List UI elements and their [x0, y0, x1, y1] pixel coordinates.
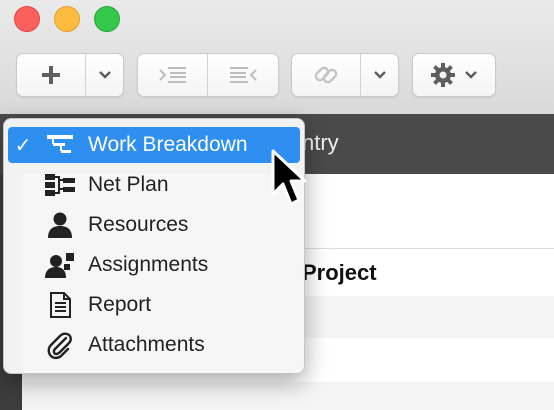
- window-minimize-button[interactable]: [54, 6, 80, 32]
- window-close-button[interactable]: [14, 6, 40, 32]
- menu-item-label: Report: [88, 293, 152, 316]
- menu-item-label: Work Breakdown: [88, 133, 248, 156]
- table-row[interactable]: [22, 382, 554, 410]
- column-header-project[interactable]: Project: [302, 260, 377, 286]
- link-button[interactable]: [292, 54, 360, 96]
- add-button-group: [16, 53, 124, 97]
- outdent-icon: [230, 67, 257, 83]
- window-toolbar: [0, 0, 554, 114]
- menu-item-net-plan[interactable]: Net Plan: [8, 167, 300, 203]
- window-zoom-button[interactable]: [94, 6, 120, 32]
- indent-icon: [158, 67, 186, 83]
- gear-icon: [431, 63, 455, 87]
- work-breakdown-icon: [38, 127, 82, 163]
- mouse-cursor-icon: [271, 149, 307, 206]
- link-button-group: [291, 53, 399, 97]
- chevron-down-icon: [98, 71, 111, 79]
- link-menu-button[interactable]: [360, 54, 398, 96]
- menu-item-assignments[interactable]: Assignments: [8, 247, 300, 283]
- net-plan-icon: [38, 167, 82, 203]
- settings-button[interactable]: [413, 54, 495, 96]
- settings-button-group: [412, 53, 496, 97]
- add-button[interactable]: [17, 54, 85, 96]
- indent-button-group: [137, 53, 279, 97]
- menu-item-resources[interactable]: Resources: [8, 207, 300, 243]
- menu-item-report[interactable]: Report: [8, 287, 300, 323]
- outdent-button[interactable]: [207, 54, 278, 96]
- menu-item-label: Assignments: [88, 253, 209, 276]
- menu-item-attachments[interactable]: Attachments: [8, 327, 300, 363]
- menu-item-work-breakdown[interactable]: ✓ Work Breakdown: [8, 127, 300, 163]
- paperclip-icon: [38, 327, 82, 363]
- add-menu-button[interactable]: [85, 54, 123, 96]
- chevron-down-icon: [373, 71, 386, 79]
- menu-item-label: Attachments: [88, 333, 205, 356]
- menu-item-label: Net Plan: [88, 173, 169, 196]
- menu-item-label: Resources: [88, 213, 189, 236]
- chevron-down-icon: [465, 71, 477, 79]
- person-icon: [38, 207, 82, 243]
- assignments-icon: [38, 247, 82, 283]
- report-icon: [38, 287, 82, 323]
- indent-button[interactable]: [138, 54, 207, 96]
- view-menu: ✓ Work Breakdown Net Plan Resources Assi…: [3, 118, 305, 374]
- checkmark-icon: ✓: [14, 134, 32, 157]
- plus-icon: [42, 66, 60, 84]
- link-icon: [314, 66, 338, 84]
